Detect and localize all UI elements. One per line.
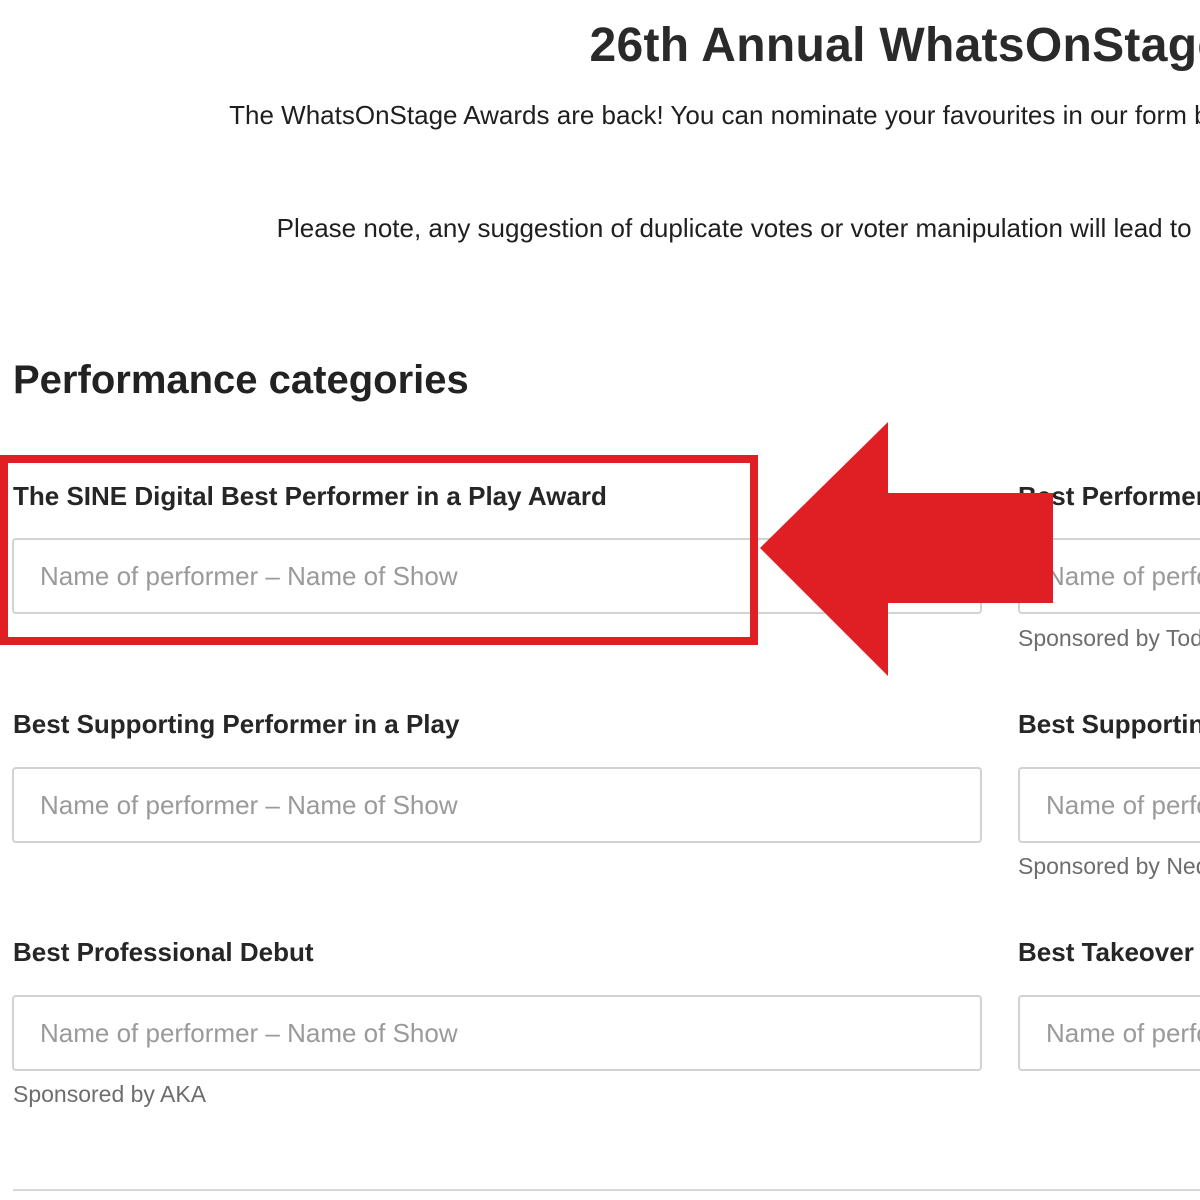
best-supporting-play-input[interactable] (12, 767, 982, 843)
intro-paragraph: The WhatsOnStage Awards are back! You ca… (229, 100, 1200, 130)
awards-nomination-page: 26th Annual WhatsOnStage Awards The What… (0, 0, 1200, 1200)
field-label-best-performer-musical: Best Performer in a Musical (1018, 481, 1200, 511)
section-divider (13, 1189, 1200, 1191)
field-label-best-supporting-musical: Best Supporting Performer in a Musical (1018, 709, 1200, 739)
field-label-best-supporting-play: Best Supporting Performer in a Play (13, 709, 460, 739)
sponsor-text: Sponsored by Nederlander (1018, 853, 1200, 879)
field-label-best-performer-play: The SINE Digital Best Performer in a Pla… (13, 481, 607, 511)
best-performer-musical-input[interactable] (1018, 538, 1200, 614)
best-performer-play-input[interactable] (12, 538, 982, 614)
voting-notice: Please note, any suggestion of duplicate… (276, 213, 1200, 243)
field-label-best-takeover: Best Takeover in a Role (1018, 937, 1200, 967)
best-takeover-input[interactable] (1018, 995, 1200, 1071)
field-label-best-professional-debut: Best Professional Debut (13, 937, 314, 967)
page-title: 26th Annual WhatsOnStage Awards (589, 19, 1200, 72)
best-professional-debut-input[interactable] (12, 995, 982, 1071)
section-heading: Performance categories (13, 358, 469, 402)
sponsor-text: Sponsored by TodayTix (1018, 625, 1200, 651)
sponsor-text: Sponsored by AKA (13, 1081, 207, 1107)
best-supporting-musical-input[interactable] (1018, 767, 1200, 843)
